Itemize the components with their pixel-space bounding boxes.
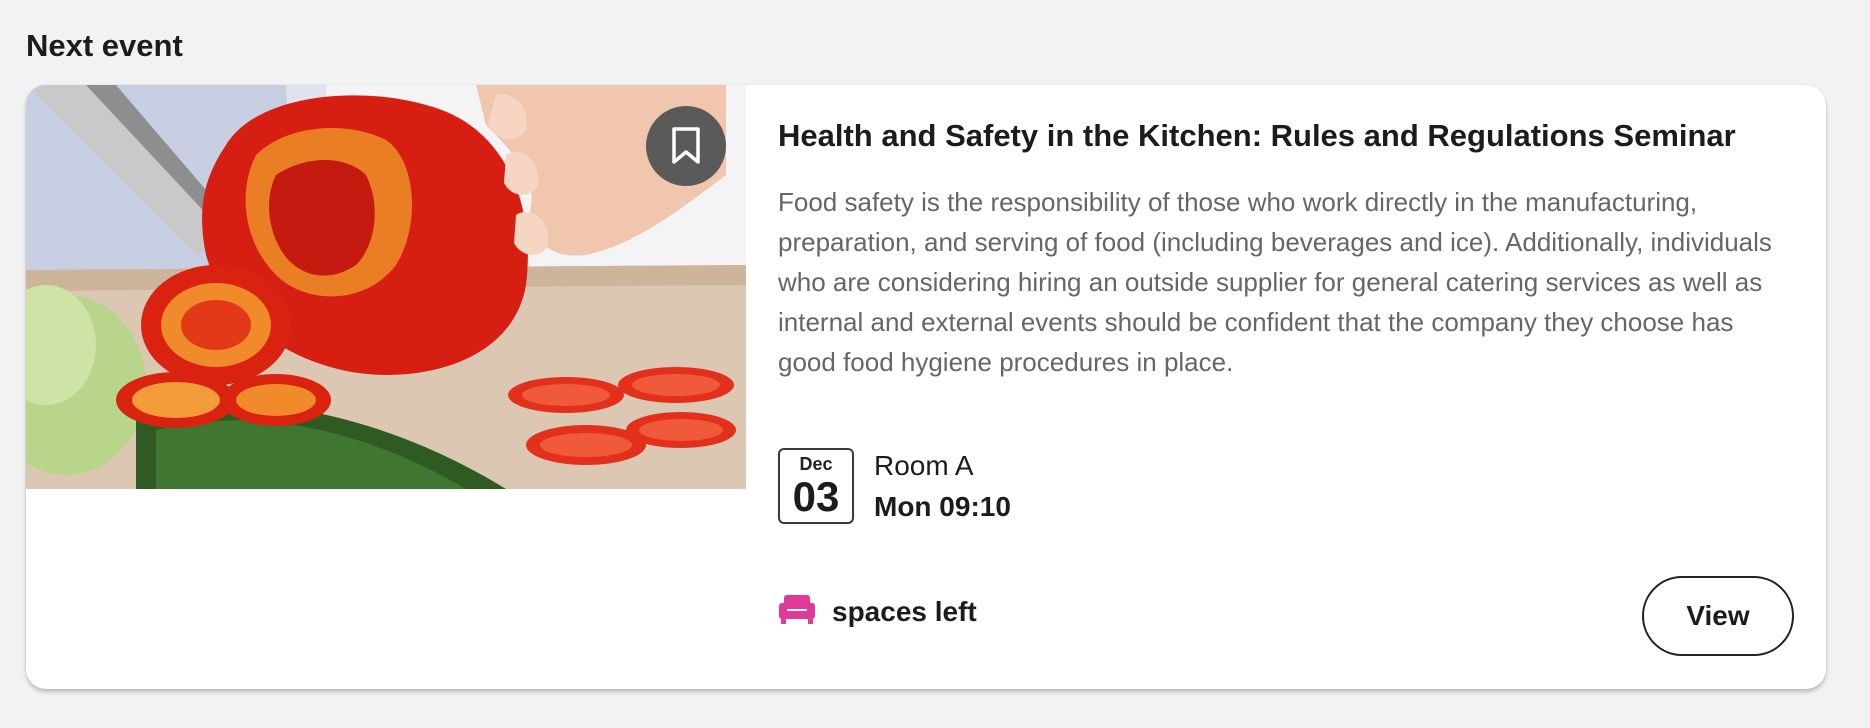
event-image-illustration bbox=[26, 85, 746, 489]
event-title[interactable]: Health and Safety in the Kitchen: Rules … bbox=[778, 118, 1798, 154]
armchair-icon bbox=[778, 593, 816, 630]
date-badge: Dec 03 bbox=[778, 448, 854, 524]
view-button[interactable]: View bbox=[1642, 576, 1794, 656]
event-location: Room A bbox=[874, 450, 974, 481]
event-description: Food safety is the responsibility of tho… bbox=[778, 187, 1772, 377]
event-card: Health and Safety in the Kitchen: Rules … bbox=[26, 85, 1826, 689]
date-day: 03 bbox=[792, 473, 840, 520]
bookmark-button[interactable] bbox=[646, 106, 726, 186]
date-month: Dec bbox=[799, 454, 833, 474]
bookmark-icon bbox=[670, 126, 702, 166]
event-datetime: Mon 09:10 bbox=[874, 491, 1011, 522]
event-image bbox=[26, 85, 746, 489]
spaces-left-label: spaces left bbox=[832, 595, 977, 627]
section-title: Next event bbox=[26, 28, 183, 63]
spaces-indicator: spaces left bbox=[778, 593, 977, 630]
